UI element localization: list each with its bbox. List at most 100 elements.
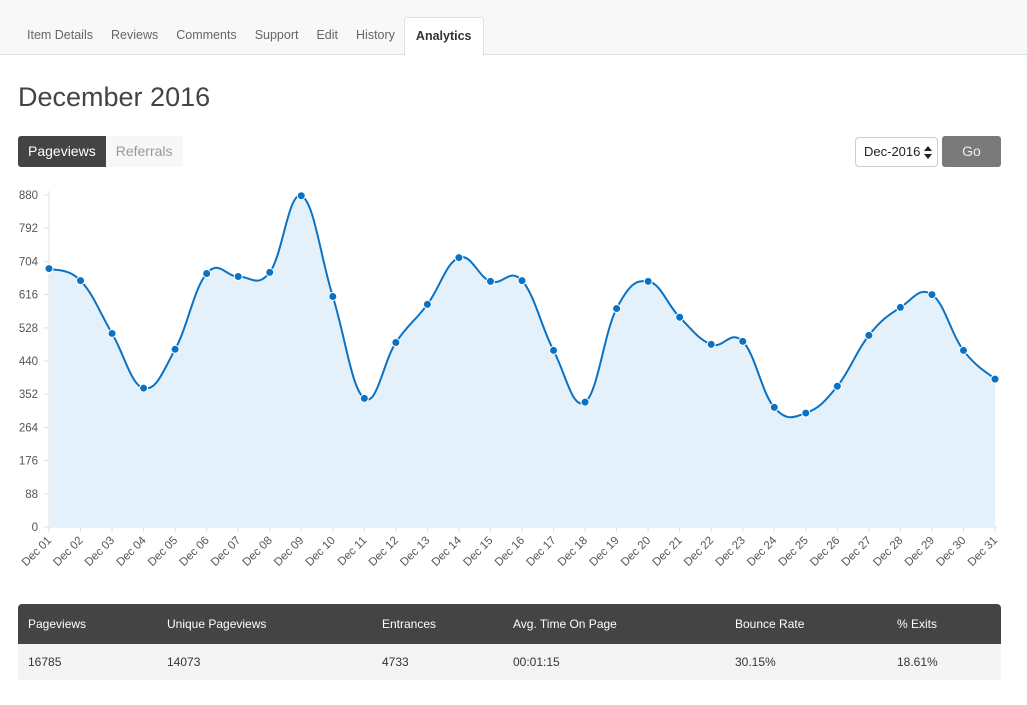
data-point-dec-18[interactable] bbox=[580, 397, 590, 407]
x-tick-label: Dec 31 bbox=[966, 535, 1000, 569]
data-point-dec-07[interactable] bbox=[233, 271, 243, 281]
header-exits: % Exits bbox=[887, 604, 1001, 644]
y-tick-label: 440 bbox=[19, 356, 38, 368]
select-arrows-icon bbox=[924, 146, 932, 159]
x-tick-label: Dec 10 bbox=[304, 535, 338, 569]
x-tick-label: Dec 22 bbox=[682, 535, 716, 569]
header-bounce-rate: Bounce Rate bbox=[725, 604, 887, 644]
x-tick-label: Dec 19 bbox=[587, 535, 621, 569]
y-tick-label: 528 bbox=[19, 323, 38, 335]
data-point-dec-25[interactable] bbox=[801, 408, 811, 418]
data-point-dec-30[interactable] bbox=[958, 345, 968, 355]
y-tick-label: 616 bbox=[19, 290, 38, 302]
top-nav-bar: Item Details Reviews Comments Support Ed… bbox=[0, 0, 1027, 56]
x-tick-label: Dec 26 bbox=[808, 535, 842, 569]
item-tabs: Item Details Reviews Comments Support Ed… bbox=[18, 17, 484, 56]
x-tick-label: Dec 27 bbox=[840, 535, 874, 569]
cell-unique-pageviews: 14073 bbox=[157, 644, 372, 680]
data-point-dec-09[interactable] bbox=[296, 191, 306, 201]
x-tick-label: Dec 30 bbox=[934, 535, 968, 569]
y-tick-label: 352 bbox=[19, 389, 38, 401]
y-tick-label: 0 bbox=[32, 522, 38, 534]
data-point-dec-29[interactable] bbox=[927, 290, 937, 300]
x-tick-label: Dec 09 bbox=[272, 535, 306, 569]
data-point-dec-10[interactable] bbox=[328, 291, 338, 301]
data-point-dec-21[interactable] bbox=[675, 312, 685, 322]
y-axis: 0 88 176 264 352 440 528 616 704 792 880 bbox=[19, 190, 50, 534]
tab-reviews[interactable]: Reviews bbox=[102, 17, 167, 55]
cell-avg-time-on-page: 00:01:15 bbox=[503, 644, 725, 680]
data-point-dec-05[interactable] bbox=[170, 344, 180, 354]
x-tick-label: Dec 24 bbox=[745, 534, 780, 569]
go-button[interactable]: Go bbox=[942, 136, 1001, 167]
data-point-dec-23[interactable] bbox=[738, 336, 748, 346]
x-tick-label: Dec 16 bbox=[493, 535, 527, 569]
cell-pageviews: 16785 bbox=[18, 644, 157, 680]
data-point-dec-16[interactable] bbox=[517, 276, 527, 286]
x-tick-label: Dec 18 bbox=[556, 535, 590, 569]
pageviews-button[interactable]: Pageviews bbox=[18, 136, 106, 167]
data-point-dec-26[interactable] bbox=[832, 381, 842, 391]
data-point-dec-15[interactable] bbox=[485, 276, 495, 286]
x-tick-label: Dec 01 bbox=[20, 535, 54, 569]
y-tick-label: 792 bbox=[19, 223, 38, 235]
month-select[interactable]: Dec-2016 bbox=[855, 137, 938, 167]
y-tick-label: 176 bbox=[19, 456, 38, 468]
data-point-dec-19[interactable] bbox=[612, 304, 622, 314]
x-tick-label: Dec 11 bbox=[336, 535, 370, 569]
cell-bounce-rate: 30.15% bbox=[725, 644, 887, 680]
metric-toggle: Pageviews Referrals bbox=[18, 136, 183, 167]
pageviews-chart: 088176264352440528616704792880 Dec 01Dec… bbox=[19, 190, 1000, 569]
x-tick-label: Dec 13 bbox=[398, 535, 432, 569]
cell-entrances: 4733 bbox=[372, 644, 503, 680]
data-point-dec-13[interactable] bbox=[422, 299, 432, 309]
y-tick-label: 880 bbox=[19, 190, 38, 202]
header-avg-time-on-page: Avg. Time On Page bbox=[503, 604, 725, 644]
x-axis: Dec 01Dec 02Dec 03Dec 04Dec 05Dec 06Dec … bbox=[20, 526, 1000, 569]
data-point-dec-11[interactable] bbox=[359, 393, 369, 403]
x-tick-label: Dec 06 bbox=[178, 535, 212, 569]
data-point-dec-31[interactable] bbox=[990, 374, 1000, 384]
x-tick-label: Dec 17 bbox=[524, 535, 558, 569]
referrals-button[interactable]: Referrals bbox=[105, 136, 183, 167]
header-pageviews: Pageviews bbox=[18, 604, 157, 644]
data-point-dec-20[interactable] bbox=[643, 276, 653, 286]
x-tick-label: Dec 15 bbox=[461, 535, 495, 569]
page-title: December 2016 bbox=[18, 82, 211, 112]
tab-item-details[interactable]: Item Details bbox=[18, 17, 102, 55]
x-tick-label: Dec 02 bbox=[51, 535, 85, 569]
cell-exits: 18.61% bbox=[887, 644, 1001, 680]
data-point-dec-03[interactable] bbox=[107, 328, 117, 338]
x-tick-label: Dec 04 bbox=[114, 534, 149, 569]
header-unique-pageviews: Unique Pageviews bbox=[157, 604, 372, 644]
data-point-dec-17[interactable] bbox=[549, 345, 559, 355]
header-entrances: Entrances bbox=[372, 604, 503, 644]
tab-history[interactable]: History bbox=[347, 17, 404, 55]
data-point-dec-22[interactable] bbox=[706, 339, 716, 349]
tab-edit[interactable]: Edit bbox=[307, 17, 347, 55]
tab-support[interactable]: Support bbox=[246, 17, 308, 55]
x-tick-label: Dec 21 bbox=[651, 535, 685, 569]
tab-comments[interactable]: Comments bbox=[167, 17, 245, 55]
data-point-dec-08[interactable] bbox=[265, 267, 275, 277]
y-tick-label: 264 bbox=[19, 422, 39, 434]
data-point-dec-04[interactable] bbox=[139, 383, 149, 393]
stats-table: Pageviews Unique Pageviews Entrances Avg… bbox=[18, 604, 1001, 680]
month-select-value: Dec-2016 bbox=[864, 144, 921, 159]
y-tick-label: 88 bbox=[25, 489, 38, 501]
tab-analytics[interactable]: Analytics bbox=[403, 17, 484, 56]
y-tick-label: 704 bbox=[19, 256, 39, 268]
data-point-dec-12[interactable] bbox=[391, 338, 401, 348]
x-tick-label: Dec 05 bbox=[146, 535, 180, 569]
data-point-dec-27[interactable] bbox=[864, 330, 874, 340]
data-point-dec-02[interactable] bbox=[76, 276, 86, 286]
x-tick-label: Dec 12 bbox=[367, 535, 401, 569]
data-point-dec-06[interactable] bbox=[202, 268, 212, 278]
x-tick-label: Dec 08 bbox=[241, 535, 275, 569]
data-point-dec-01[interactable] bbox=[44, 264, 54, 274]
stats-header-row: Pageviews Unique Pageviews Entrances Avg… bbox=[18, 604, 1001, 644]
x-tick-label: Dec 23 bbox=[714, 535, 748, 569]
data-point-dec-28[interactable] bbox=[895, 302, 905, 312]
data-point-dec-14[interactable] bbox=[454, 253, 464, 263]
data-point-dec-24[interactable] bbox=[769, 402, 779, 412]
